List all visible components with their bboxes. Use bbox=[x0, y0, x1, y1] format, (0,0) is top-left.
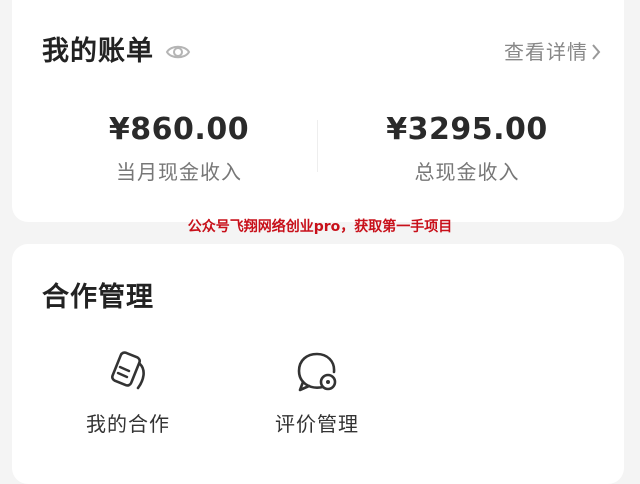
watermark-text: 公众号飞翔网络创业pro，获取第一手项目 bbox=[187, 219, 453, 235]
cooperation-card: 合作管理 我的合作 评价管理 bbox=[12, 244, 624, 484]
total-income-value: ¥3295.00 bbox=[386, 112, 548, 147]
chat-review-icon bbox=[297, 352, 337, 392]
bill-title: 我的账单 bbox=[42, 36, 154, 67]
view-details-link[interactable]: 查看详情 bbox=[504, 36, 588, 68]
total-income-stat: ¥3295.00 总现金收入 bbox=[357, 110, 577, 186]
month-income-value: ¥860.00 bbox=[108, 112, 250, 147]
review-management-label: 评价管理 bbox=[275, 412, 359, 436]
stat-divider bbox=[317, 120, 318, 172]
my-cooperation-label: 我的合作 bbox=[86, 412, 170, 436]
my-cooperation-button[interactable]: 我的合作 bbox=[68, 348, 188, 438]
cooperation-title: 合作管理 bbox=[42, 282, 154, 313]
bill-card: 我的账单 查看详情 ¥860.00 当月现金收入 ¥3295.00 总现金收入 bbox=[12, 0, 624, 222]
document-stack-icon bbox=[111, 351, 145, 390]
review-management-button[interactable]: 评价管理 bbox=[257, 348, 377, 438]
month-income-label: 当月现金收入 bbox=[116, 160, 242, 184]
chevron-right-icon[interactable] bbox=[590, 42, 602, 62]
eye-icon[interactable] bbox=[165, 40, 191, 64]
total-income-label: 总现金收入 bbox=[414, 160, 520, 184]
month-income-stat: ¥860.00 当月现金收入 bbox=[69, 110, 289, 186]
